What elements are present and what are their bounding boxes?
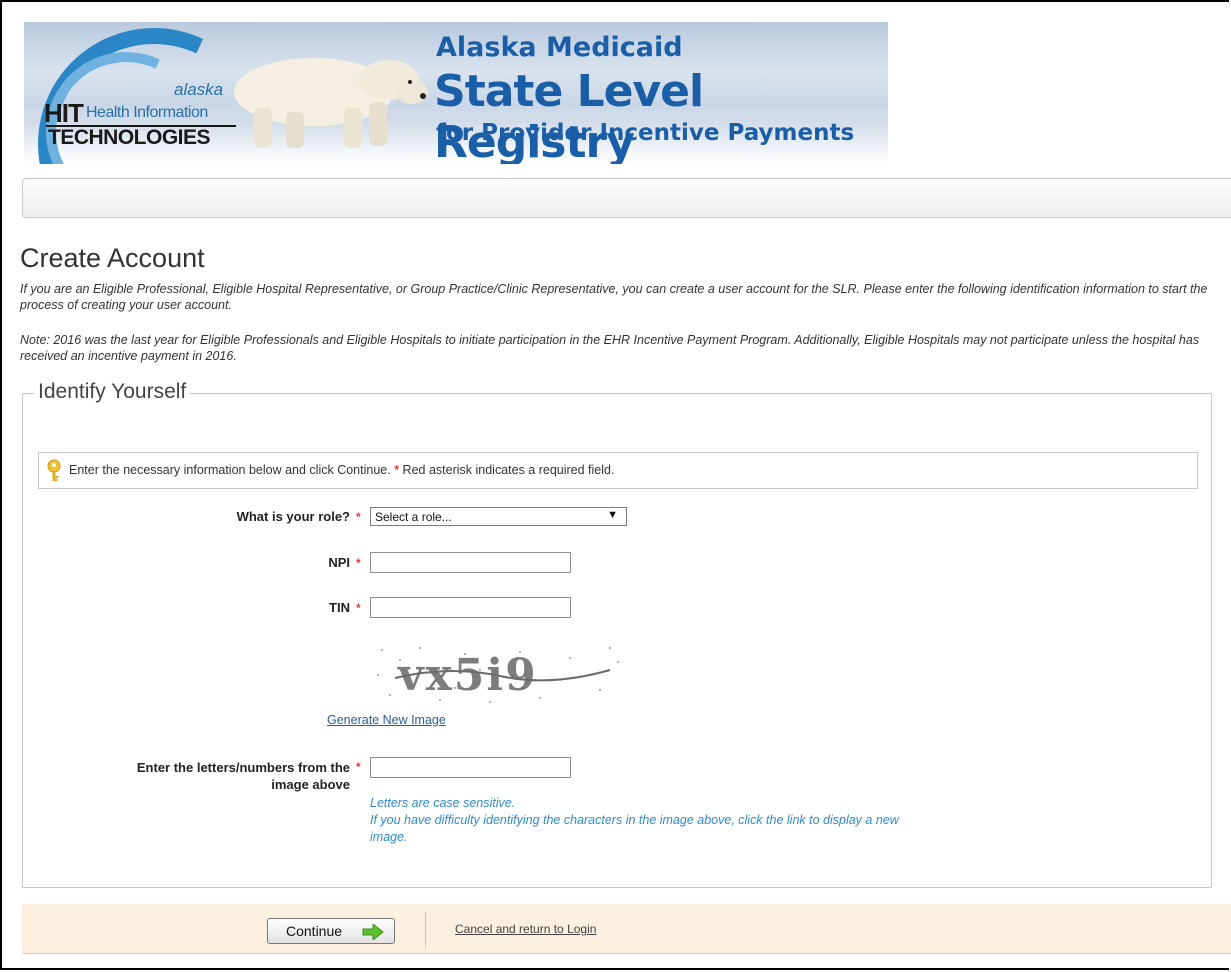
role-select[interactable]: Select a role... ▼ xyxy=(370,507,627,526)
logo-technologies-text: TECHNOLOGIES xyxy=(48,126,211,149)
hint-difficulty-line1: If you have difficulty identifying the c… xyxy=(370,813,899,827)
info-required-note: Red asterisk indicates a required field. xyxy=(402,463,615,477)
footer-divider xyxy=(425,912,426,948)
action-bar xyxy=(22,904,1231,954)
generate-new-image-link[interactable]: Generate New Image xyxy=(327,713,446,727)
continue-button-label: Continue xyxy=(286,923,343,939)
captcha-text: vx5i9 xyxy=(397,650,538,701)
captcha-label: Enter the letters/numbers from the image… xyxy=(40,759,350,793)
captcha-image: vx5i9 xyxy=(370,640,630,710)
required-asterisk-legend: * xyxy=(394,463,400,477)
fieldset-legend: Identify Yourself xyxy=(34,380,191,404)
header-banner: alaska HIT Health Information TECHNOLOGI… xyxy=(24,22,888,164)
npi-input[interactable] xyxy=(370,552,571,573)
role-required-asterisk: * xyxy=(356,510,361,524)
logo-health-information-text: Health Information xyxy=(86,104,208,121)
captcha-label-line2: image above xyxy=(271,777,350,792)
npi-label: NPI xyxy=(328,555,350,570)
dropdown-arrow-icon: ▼ xyxy=(607,509,618,521)
info-message-box: Enter the necessary information below an… xyxy=(38,452,1198,489)
tin-label: TIN xyxy=(329,600,350,615)
banner-title-state-level-registry: State Level Registry xyxy=(434,66,704,164)
tin-required-asterisk: * xyxy=(356,601,361,615)
hint-difficulty-line2: image. xyxy=(370,830,408,844)
role-label: What is your role? xyxy=(236,509,350,524)
arrow-right-icon xyxy=(362,924,384,940)
key-icon xyxy=(47,459,61,481)
tin-input[interactable] xyxy=(370,597,571,618)
captcha-label-line1: Enter the letters/numbers from the xyxy=(136,760,350,775)
banner-subtitle: for Provider Incentive Payments xyxy=(436,120,855,146)
hit-logo: alaska HIT Health Information TECHNOLOGI… xyxy=(42,80,238,160)
navigation-bar xyxy=(22,178,1231,218)
info-instruction: Enter the necessary information below an… xyxy=(69,463,391,477)
npi-required-asterisk: * xyxy=(356,556,361,570)
role-selected-value: Select a role... xyxy=(375,510,452,524)
captcha-input[interactable] xyxy=(370,757,571,778)
continue-button[interactable]: Continue xyxy=(267,918,395,944)
intro-text: If you are an Eligible Professional, Eli… xyxy=(20,282,1208,312)
captcha-required-asterisk: * xyxy=(356,760,361,774)
page-title: Create Account xyxy=(20,243,205,273)
cancel-return-login-link[interactable]: Cancel and return to Login xyxy=(455,922,596,936)
hint-case-sensitive: Letters are case sensitive. xyxy=(370,796,516,810)
info-text: Enter the necessary information below an… xyxy=(69,463,614,477)
note-text: Note: 2016 was the last year for Eligibl… xyxy=(20,333,1200,363)
banner-title-alaska-medicaid: Alaska Medicaid xyxy=(436,32,683,63)
polar-bear-image xyxy=(234,58,428,148)
